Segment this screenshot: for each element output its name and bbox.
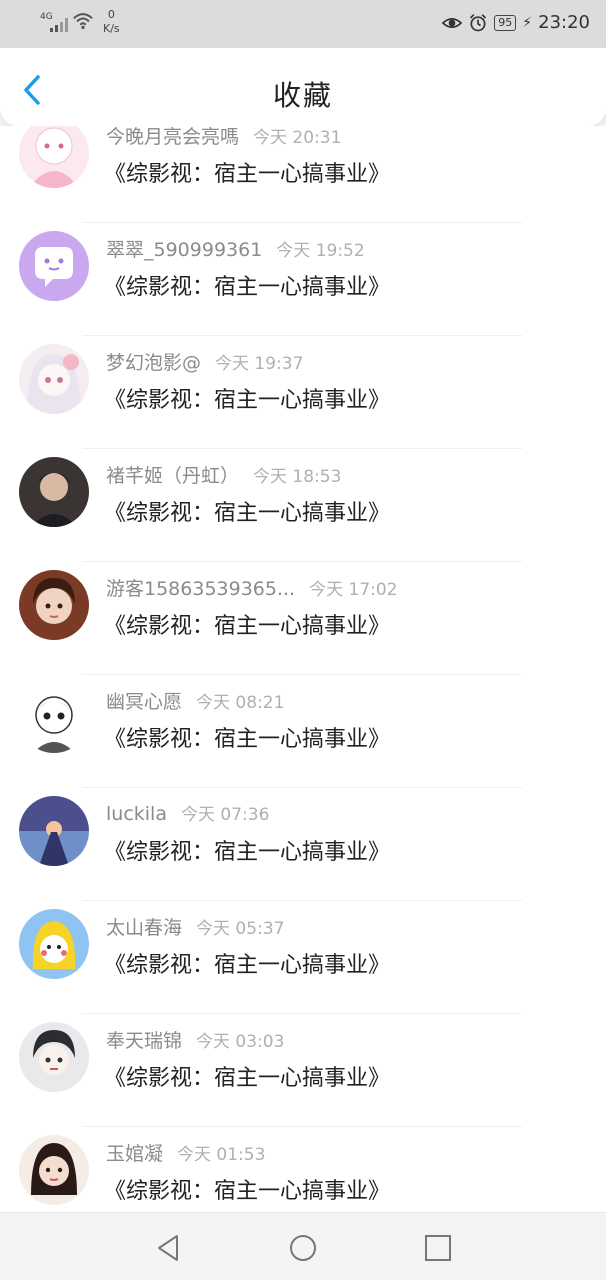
back-triangle-icon[interactable] — [151, 1231, 185, 1265]
avatar — [19, 570, 89, 640]
system-nav-bar — [0, 1212, 606, 1280]
timestamp: 今天 18:53 — [253, 467, 342, 487]
favorites-list: 今晚月亮会亮嗎 今天 20:31 《综影视：宿主一心搞事业》 翠翠_5909993… — [0, 126, 606, 1212]
home-circle-icon[interactable] — [286, 1231, 320, 1265]
app-header: 收藏 — [0, 48, 606, 126]
charging-icon: ⚡ — [522, 14, 533, 31]
list-item[interactable]: 梦幻泡影@ 今天 19:37 《综影视：宿主一心搞事业》 — [0, 336, 606, 449]
avatar — [19, 126, 89, 188]
username: 幽冥心愿 — [106, 691, 183, 713]
avatar — [19, 231, 89, 301]
book-title: 《综影视：宿主一心搞事业》 — [104, 275, 391, 300]
list-item[interactable]: 游客15863539365... 今天 17:02 《综影视：宿主一心搞事业》 — [0, 562, 606, 675]
username: luckila — [106, 803, 167, 825]
speed-value: 0 — [107, 8, 115, 21]
book-title: 《综影视：宿主一心搞事业》 — [104, 953, 391, 978]
book-title: 《综影视：宿主一心搞事业》 — [104, 1066, 391, 1091]
list-item[interactable]: luckila 今天 07:36 《综影视：宿主一心搞事业》 — [0, 788, 606, 901]
status-bar: 4G 0 K/s 95 ⚡ 23:20 — [0, 0, 606, 48]
username: 玉婠凝 — [106, 1143, 164, 1165]
list-item[interactable]: 幽冥心愿 今天 08:21 《综影视：宿主一心搞事业》 — [0, 675, 606, 788]
timestamp: 今天 03:03 — [196, 1032, 285, 1052]
book-title: 《综影视：宿主一心搞事业》 — [104, 727, 391, 752]
username: 奉天瑞锦 — [106, 1030, 183, 1052]
signal-icon — [50, 14, 68, 32]
book-title: 《综影视：宿主一心搞事业》 — [104, 614, 391, 639]
avatar — [19, 344, 89, 414]
avatar — [19, 683, 89, 753]
page-title: 收藏 — [272, 79, 333, 112]
timestamp: 今天 19:37 — [215, 354, 304, 374]
list-item[interactable]: 褚芊姬（丹虹） 今天 18:53 《综影视：宿主一心搞事业》 — [0, 449, 606, 562]
list-item[interactable]: 翠翠_590999361 今天 19:52 《综影视：宿主一心搞事业》 — [0, 223, 606, 336]
avatar — [19, 796, 89, 866]
book-title: 《综影视：宿主一心搞事业》 — [104, 840, 391, 865]
timestamp: 今天 08:21 — [196, 693, 285, 713]
username: 今晚月亮会亮嗎 — [106, 126, 240, 148]
timestamp: 今天 17:02 — [309, 580, 398, 600]
book-title: 《综影视：宿主一心搞事业》 — [104, 388, 391, 413]
recents-square-icon[interactable] — [421, 1231, 455, 1265]
eye-icon — [442, 17, 463, 28]
list-item[interactable]: 今晚月亮会亮嗎 今天 20:31 《综影视：宿主一心搞事业》 — [0, 126, 606, 223]
network-speed: 0 K/s — [103, 8, 120, 36]
list-item[interactable]: 奉天瑞锦 今天 03:03 《综影视：宿主一心搞事业》 — [0, 1014, 606, 1127]
alarm-icon — [470, 13, 487, 31]
username: 太山春海 — [106, 917, 183, 939]
wifi-icon — [73, 13, 93, 30]
avatar — [19, 1022, 89, 1092]
book-title: 《综影视：宿主一心搞事业》 — [104, 1179, 391, 1204]
username: 梦幻泡影@ — [106, 352, 202, 374]
avatar — [19, 457, 89, 527]
username: 游客15863539365... — [106, 578, 296, 600]
username: 翠翠_590999361 — [106, 239, 263, 261]
timestamp: 今天 05:37 — [196, 919, 285, 939]
book-title: 《综影视：宿主一心搞事业》 — [104, 501, 391, 526]
timestamp: 今天 19:52 — [276, 241, 365, 261]
clock: 23:20 — [538, 12, 590, 33]
timestamp: 今天 07:36 — [180, 805, 270, 825]
battery-icon: 95 — [494, 14, 517, 31]
avatar — [19, 909, 89, 979]
book-title: 《综影视：宿主一心搞事业》 — [104, 162, 391, 187]
username: 褚芊姬（丹虹） — [106, 465, 240, 487]
list-item[interactable]: 玉婠凝 今天 01:53 《综影视：宿主一心搞事业》 — [0, 1127, 606, 1212]
avatar — [19, 1135, 89, 1205]
timestamp: 今天 01:53 — [177, 1145, 266, 1165]
list-item[interactable]: 太山春海 今天 05:37 《综影视：宿主一心搞事业》 — [0, 901, 606, 1014]
timestamp: 今天 20:31 — [253, 128, 342, 148]
speed-unit: K/s — [103, 22, 120, 35]
